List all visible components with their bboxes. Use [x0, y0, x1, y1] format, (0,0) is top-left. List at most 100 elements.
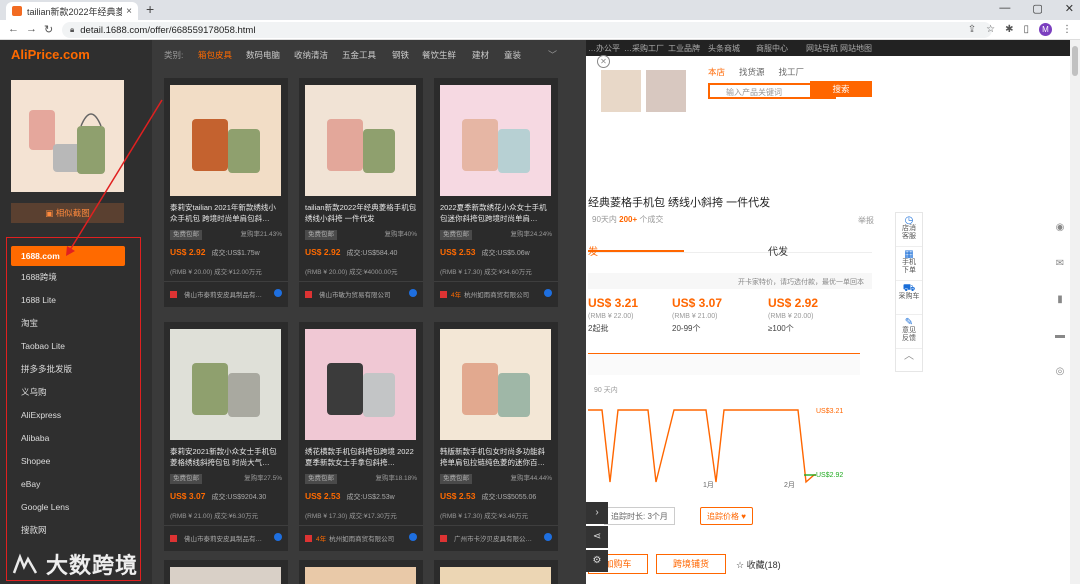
platform-item-pinduoduo[interactable]: 拼多多批发版	[7, 358, 140, 381]
page-scrollbar[interactable]	[1070, 40, 1080, 584]
platform-item-alibaba[interactable]: Alibaba	[7, 427, 140, 450]
extensions-puzzle-icon[interactable]: ✱	[1005, 24, 1013, 35]
shop-name[interactable]: 杭州如雨商贸有限公司	[329, 533, 394, 543]
time-range-select[interactable]: 追踪时长: 3个月	[604, 507, 675, 525]
category-item[interactable]: 童装	[504, 49, 521, 61]
minimize-button[interactable]: —	[999, 2, 1010, 15]
shop-row[interactable]: 佛山市泰莉安皮具制品有…	[170, 289, 282, 299]
side-tool-mobile[interactable]: ▦ 手机 下单	[896, 247, 922, 281]
category-item[interactable]: 建材	[472, 49, 489, 61]
topnav-item[interactable]: 工业品牌	[668, 43, 700, 54]
forward-icon[interactable]: →	[26, 23, 37, 35]
share-panel-icon[interactable]: ⋖	[586, 526, 608, 548]
cross-border-button[interactable]: 跨境铺货	[656, 554, 726, 574]
product-card[interactable]: 韩版新款手机包女时尚多功能斜挎单肩包拉链纯色菱的迷你百… 免费包邮 复购率44.44…	[434, 322, 558, 551]
product-image[interactable]	[305, 85, 416, 196]
side-tool-feedback[interactable]: ✎ 意见 反馈	[896, 315, 922, 349]
url-field[interactable]: 🔒︎ detail.1688.com/offer/668559178058.ht…	[62, 22, 992, 38]
expand-panel-icon[interactable]: ›	[586, 502, 608, 524]
shop-name[interactable]: 佛山市泰莉安皮具制品有…	[184, 533, 262, 543]
category-item[interactable]: 收纳清洁	[294, 49, 328, 61]
category-item[interactable]: 数码电脑	[246, 49, 280, 61]
new-tab-button[interactable]: +	[146, 1, 154, 17]
rail-help-icon[interactable]: ◎	[1050, 366, 1070, 402]
sku-thumbnail[interactable]	[646, 70, 686, 112]
category-item[interactable]: 钢铁	[392, 49, 409, 61]
platform-item-taobao-lite[interactable]: Taobao Lite	[7, 335, 140, 358]
topnav-item[interactable]: 商服中心	[756, 43, 788, 54]
shop-name[interactable]: 佛山市敏为贸易有限公司	[319, 289, 391, 299]
product-title[interactable]: 韩版新款手机包女时尚多功能斜挎单肩包拉链纯色菱的迷你百…	[440, 446, 552, 468]
side-tool-top[interactable]: ︿	[896, 349, 922, 371]
platform-item-1688-crossborder[interactable]: 1688跨境	[7, 266, 140, 289]
category-item[interactable]: 五金工具	[342, 49, 376, 61]
product-card[interactable]: tailian新款2022年经典菱格手机包 绣线小斜挎 一件代发 免费包邮 复购率4…	[299, 78, 423, 307]
product-card[interactable]: 泰莉安tailian 2021年新款绣线小众手机包 跨境时尚单肩包斜… 免费包邮 复…	[164, 78, 288, 307]
platform-item-aliexpress[interactable]: AliExpress	[7, 404, 140, 427]
category-item[interactable]: 箱包皮具	[198, 49, 232, 61]
platform-item-soukuan[interactable]: 搜款网	[7, 519, 140, 542]
search-tab-store[interactable]: 本店	[708, 66, 725, 78]
topnav-item[interactable]: 头条商城	[708, 43, 740, 54]
side-panel-icon[interactable]: ▯	[1023, 24, 1029, 35]
product-title[interactable]: 绣花横款手机包斜挎包跨境 2022夏季新款女士手拿包斜挎…	[305, 446, 417, 468]
product-title[interactable]: tailian新款2022年经典菱格手机包 绣线小斜挎 一件代发	[305, 202, 417, 224]
topnav-item[interactable]: …采购工厂	[624, 43, 664, 54]
shop-name[interactable]: 佛山市泰莉安皮具制品有…	[184, 289, 262, 299]
report-link[interactable]: 举报	[858, 215, 874, 226]
profile-avatar[interactable]: M	[1039, 23, 1052, 36]
rail-chat-icon[interactable]: ▬	[1050, 330, 1070, 366]
favorite-button[interactable]: ☆ 收藏(18)	[736, 558, 781, 571]
shop-row[interactable]: 4年 杭州如雨商贸有限公司	[440, 289, 552, 299]
search-tab-factory[interactable]: 找工厂	[779, 66, 805, 78]
shop-row[interactable]: 4年 杭州如雨商贸有限公司	[305, 533, 417, 543]
topnav-item[interactable]: 网站地图	[840, 43, 872, 54]
shop-row[interactable]: 佛山市敏为贸易有限公司	[305, 289, 417, 299]
product-image[interactable]	[170, 85, 281, 196]
window-close-button[interactable]: ✕	[1065, 2, 1074, 15]
product-card[interactable]: 绣花横款手机包斜挎包跨境 2022夏季新款女士手拿包斜挎… 免费包邮 复购率18.1…	[299, 322, 423, 551]
product-image[interactable]	[170, 329, 281, 440]
rail-user-icon[interactable]: ◉	[1050, 222, 1070, 258]
platform-item-google-lens[interactable]: Google Lens	[7, 496, 140, 519]
product-card[interactable]: 2022夏季新款绣花小众女士手机包迷你斜挎包跨境时尚单肩… 免费包邮 复购率24.2…	[434, 78, 558, 307]
product-card-partial[interactable]	[164, 560, 288, 584]
side-tool-service[interactable]: ◷ 店消 客服	[896, 213, 922, 247]
topnav-item[interactable]: 网站导航	[806, 43, 838, 54]
platform-item-shopee[interactable]: Shopee	[7, 450, 140, 473]
topnav-item[interactable]: …办公平	[588, 43, 620, 54]
aliprice-logo[interactable]: AliPrice.com	[11, 47, 90, 62]
browser-tab[interactable]: tailian新款2022年经典菱格手机… ×	[6, 2, 138, 20]
similar-image-search-button[interactable]: ▣ 相似截图	[11, 203, 124, 223]
category-item[interactable]: 餐饮生鲜	[422, 49, 456, 61]
browser-menu-icon[interactable]: ⋮	[1062, 24, 1072, 35]
reload-icon[interactable]: ↻	[44, 23, 53, 36]
product-image[interactable]	[440, 329, 551, 440]
platform-item-1688[interactable]: 1688.com	[11, 246, 125, 266]
platform-item-ebay[interactable]: eBay	[7, 473, 140, 496]
tab-close-icon[interactable]: ×	[126, 6, 132, 17]
rail-bookmark-icon[interactable]: ▮	[1050, 294, 1070, 330]
search-button[interactable]: 搜索	[810, 81, 872, 97]
close-panel-icon[interactable]: ✕	[597, 55, 610, 68]
platform-item-taobao[interactable]: 淘宝	[7, 312, 140, 335]
track-price-button[interactable]: 追踪价格 ♥	[700, 507, 753, 525]
shop-row[interactable]: 广州市卡汐贝皮具有限公…	[440, 533, 552, 543]
shop-name[interactable]: 广州市卡汐贝皮具有限公…	[454, 533, 532, 543]
side-tool-cart[interactable]: ⛟ 采购车	[896, 281, 922, 315]
product-card-partial[interactable]	[434, 560, 558, 584]
platform-item-yiwugo[interactable]: 义乌购	[7, 381, 140, 404]
tab-dropship[interactable]: 代发	[768, 243, 788, 258]
share-icon[interactable]: ⇪	[968, 24, 976, 35]
product-image[interactable]	[440, 85, 551, 196]
product-image[interactable]	[305, 329, 416, 440]
settings-gear-icon[interactable]: ⚙	[586, 550, 608, 572]
product-title[interactable]: 2022夏季新款绣花小众女士手机包迷你斜挎包跨境时尚单肩…	[440, 202, 552, 224]
rail-mail-icon[interactable]: ✉	[1050, 258, 1070, 294]
product-title[interactable]: 泰莉安tailian 2021年新款绣线小众手机包 跨境时尚单肩包斜…	[170, 202, 282, 224]
search-tab-goods[interactable]: 找货源	[739, 66, 765, 78]
back-icon[interactable]: ←	[8, 23, 19, 35]
product-card-partial[interactable]	[299, 560, 423, 584]
product-card[interactable]: 泰莉安2021新款小众女士手机包 菱格绣线斜挎包包 时尚大气… 免费包邮 复购率27…	[164, 322, 288, 551]
shop-row[interactable]: 佛山市泰莉安皮具制品有…	[170, 533, 282, 543]
